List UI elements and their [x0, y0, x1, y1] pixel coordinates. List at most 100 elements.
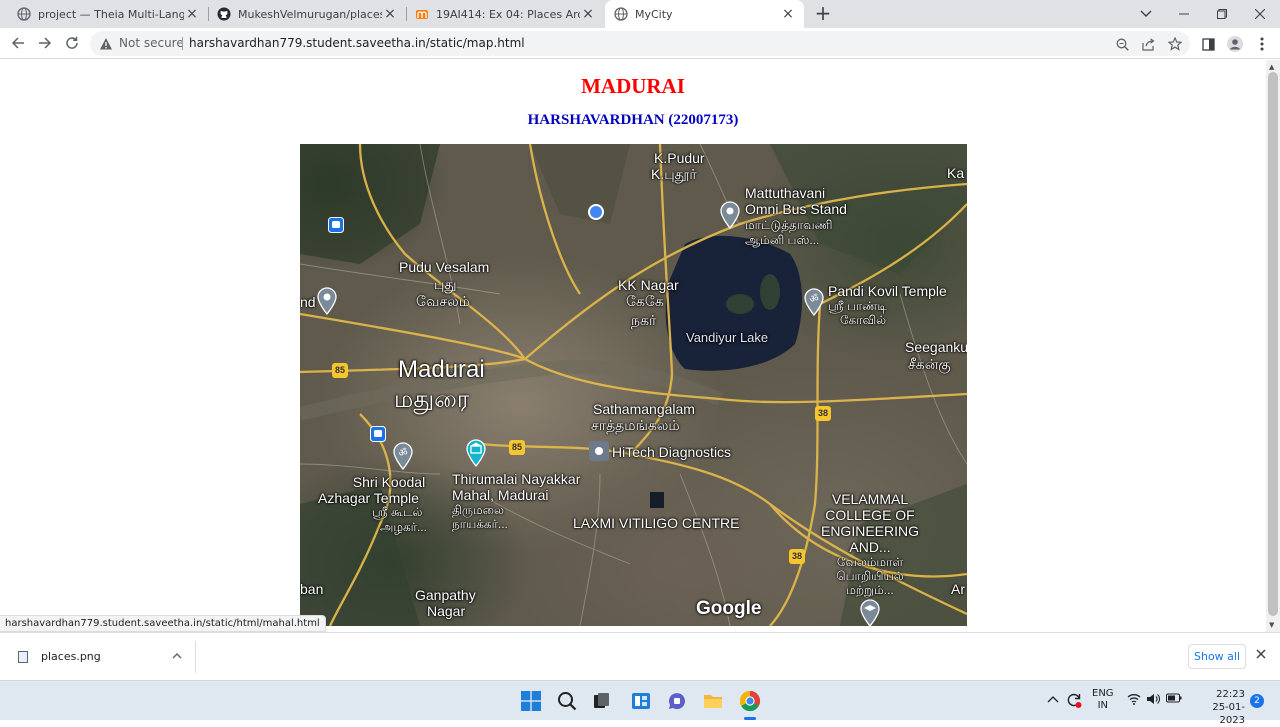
- map-label: வேசலம்: [416, 293, 470, 309]
- google-logo: Google: [696, 598, 762, 619]
- map-label: ஆம்னி பஸ்...: [745, 233, 820, 247]
- svg-text:ॐ: ॐ: [398, 447, 407, 459]
- task-view-icon[interactable]: [590, 689, 614, 713]
- map-label: Thirumalai Nayakkar: [452, 471, 581, 487]
- map-label: Seeganku: [905, 339, 967, 355]
- lake-label: Vandiyur Lake: [686, 330, 769, 345]
- browser-toolbar: Not secure harshavardhan779.student.save…: [0, 28, 1280, 59]
- profile-avatar-icon[interactable]: [1227, 36, 1243, 52]
- zoom-icon[interactable]: [1114, 36, 1130, 52]
- windows-start-icon[interactable]: [519, 689, 543, 713]
- my-location-dot-icon[interactable]: [587, 203, 605, 221]
- globe-icon: [17, 7, 31, 21]
- student-name: HARSHAVARDHAN (22007173): [527, 112, 739, 128]
- share-icon[interactable]: [1140, 36, 1156, 52]
- map-label: ban: [300, 581, 324, 597]
- svg-text:ॐ: ॐ: [809, 293, 818, 305]
- bookmark-star-icon[interactable]: [1167, 36, 1183, 52]
- warning-icon[interactable]: [99, 36, 113, 50]
- wifi-icon[interactable]: [1127, 693, 1141, 708]
- bus-stop-icon[interactable]: [370, 426, 386, 442]
- forward-arrow-icon[interactable]: [34, 32, 56, 54]
- close-window-button[interactable]: [1241, 0, 1279, 28]
- status-link-bubble: harshavardhan779.student.saveetha.in/sta…: [0, 615, 326, 632]
- tab-title: project — Theia Multi-Language: [38, 7, 184, 21]
- show-all-button[interactable]: Show all: [1188, 644, 1246, 669]
- clock-date: 25-01-2023: [1212, 702, 1245, 726]
- download-filename[interactable]: places.png: [41, 650, 101, 663]
- map-label: Mahal, Madurai: [452, 487, 549, 503]
- city-label: மதுரை: [394, 386, 470, 413]
- language-indicator[interactable]: ENG IN: [1092, 688, 1114, 712]
- tab-exercise[interactable]: 19AI414: Ex 04: Places Around M ×: [406, 0, 604, 28]
- place-pin-icon[interactable]: [316, 287, 338, 315]
- map-label: VELAMMAL: [831, 491, 909, 507]
- tab-search-icon[interactable]: [1127, 0, 1165, 28]
- map-label: Sathamangalam: [593, 401, 695, 417]
- close-tab-icon[interactable]: ×: [580, 6, 596, 22]
- map-label: Pandi Kovil Temple: [828, 283, 947, 299]
- map-label: Nagar: [427, 603, 466, 619]
- tab-title: MukeshVelmurugan/places-arou: [238, 7, 382, 21]
- map-label: ENGINEERING: [820, 523, 919, 539]
- map-label: Ar: [951, 581, 965, 597]
- sync-status-icon[interactable]: [1065, 691, 1083, 712]
- url-text[interactable]: harshavardhan779.student.saveetha.in/sta…: [189, 36, 525, 50]
- bus-stand-pin-icon[interactable]: [719, 201, 741, 229]
- teams-chat-icon[interactable]: [665, 689, 689, 713]
- maximize-button[interactable]: [1203, 0, 1241, 28]
- github-icon: [217, 7, 231, 21]
- tab-mycity[interactable]: MyCity ×: [605, 0, 804, 28]
- close-tab-icon[interactable]: ×: [780, 6, 796, 22]
- bus-stop-icon[interactable]: [328, 217, 344, 233]
- address-bar[interactable]: Not secure harshavardhan779.student.save…: [90, 31, 1190, 56]
- widgets-icon[interactable]: [629, 689, 653, 713]
- tab-theia[interactable]: project — Theia Multi-Language ×: [8, 0, 208, 28]
- page-title: MADURAI: [581, 74, 685, 98]
- scroll-down-arrow-icon[interactable]: ▼: [1269, 621, 1274, 629]
- map-label: K.புதூர்: [651, 166, 697, 182]
- scrollbar-thumb[interactable]: [1268, 72, 1278, 616]
- close-tab-icon[interactable]: ×: [382, 6, 398, 22]
- security-label[interactable]: Not secure: [119, 36, 184, 50]
- map-label: KK Nagar: [618, 277, 679, 293]
- school-pin-icon[interactable]: [859, 599, 881, 626]
- map-label: Ka: [947, 165, 965, 181]
- map-label: மற்றும்...: [846, 583, 894, 597]
- close-tab-icon[interactable]: ×: [184, 6, 200, 22]
- system-clock[interactable]: 22:23 25-01-2023: [1193, 688, 1245, 727]
- city-label: Madurai: [398, 356, 485, 383]
- image-file-icon: [18, 651, 28, 663]
- tab-github[interactable]: MukeshVelmurugan/places-arou ×: [208, 0, 406, 28]
- file-explorer-icon[interactable]: [701, 689, 725, 713]
- map-label: nd: [300, 294, 316, 310]
- map-label: Mattuthavani: [745, 185, 826, 201]
- map-label: K.Pudur: [654, 150, 705, 166]
- vertical-scrollbar[interactable]: ▲ ▼: [1266, 60, 1280, 632]
- temple-pin-icon[interactable]: ॐ: [803, 288, 825, 316]
- chevron-up-icon[interactable]: [172, 649, 182, 662]
- separator: [182, 37, 183, 50]
- map-label: அழகர்...: [380, 520, 427, 534]
- clinic-marker-icon[interactable]: [588, 440, 610, 462]
- museum-pin-icon[interactable]: [465, 439, 487, 467]
- chevron-up-icon[interactable]: [1047, 693, 1059, 706]
- more-menu-icon[interactable]: [1254, 36, 1270, 52]
- battery-icon[interactable]: [1166, 693, 1182, 706]
- reload-icon[interactable]: [61, 32, 83, 54]
- temple-pin-icon[interactable]: ॐ: [392, 442, 414, 470]
- side-panel-icon[interactable]: [1200, 36, 1216, 52]
- route-38-badge: 38: [815, 406, 831, 421]
- map-label: கேகே: [626, 293, 664, 309]
- satellite-map[interactable]: ॐ ॐ 85 85 38 38 K.Pudur K.புதூர் Mattuth…: [300, 144, 967, 626]
- close-shelf-icon[interactable]: [1256, 647, 1266, 663]
- minimize-button[interactable]: [1165, 0, 1203, 28]
- back-arrow-icon[interactable]: [7, 32, 29, 54]
- download-item[interactable]: places.png: [10, 641, 196, 673]
- scroll-up-arrow-icon[interactable]: ▲: [1269, 63, 1274, 71]
- new-tab-button[interactable]: +: [812, 3, 834, 25]
- notification-badge[interactable]: 2: [1250, 694, 1264, 708]
- chrome-icon[interactable]: [738, 689, 762, 713]
- volume-icon[interactable]: [1146, 693, 1160, 708]
- search-icon[interactable]: [555, 689, 579, 713]
